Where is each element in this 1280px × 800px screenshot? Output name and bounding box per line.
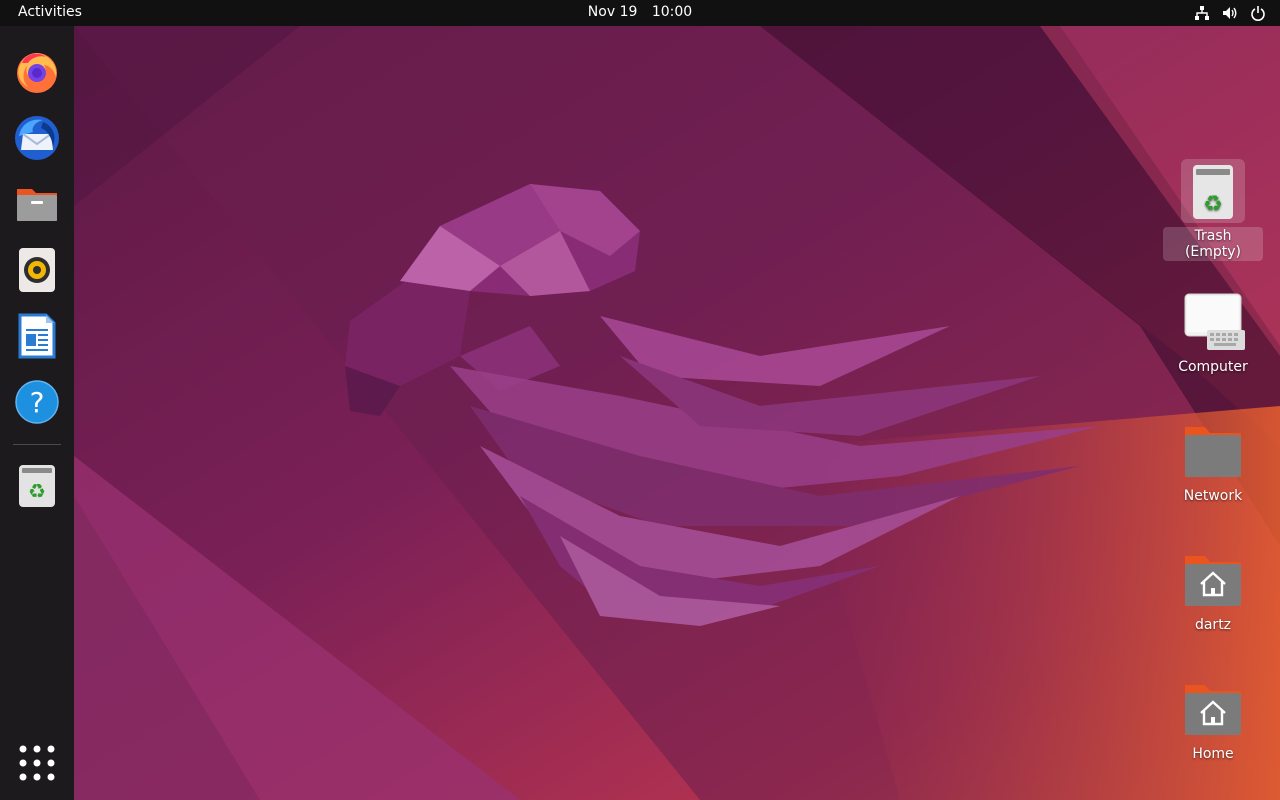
dock-item-files[interactable]: [11, 178, 63, 230]
firefox-icon: [17, 53, 57, 93]
network-folder-icon: [1185, 427, 1241, 477]
svg-text:♻: ♻: [1203, 192, 1223, 217]
dock: ? ♻: [0, 26, 74, 800]
desktop-icon-label: Trash (Empty): [1163, 227, 1263, 261]
desktop-icon-dartz[interactable]: dartz: [1163, 548, 1263, 634]
desktop-network-pic: [1181, 419, 1245, 483]
desktop-icon-computer[interactable]: Computer: [1163, 290, 1263, 376]
dock-item-firefox[interactable]: [11, 46, 63, 98]
volume-icon[interactable]: [1222, 5, 1238, 21]
clock-time: 10:00: [651, 4, 693, 20]
home-folder-icon: [1185, 556, 1241, 606]
system-tray[interactable]: [1194, 5, 1266, 21]
help-icon: ?: [15, 380, 59, 424]
desktop-trash-pic: ♻: [1181, 159, 1245, 223]
desktop-icon-label: Home: [1192, 746, 1234, 762]
dock-item-help[interactable]: ?: [11, 376, 63, 428]
trash-icon: ♻: [1193, 165, 1233, 219]
show-applications-icon[interactable]: [18, 744, 56, 782]
svg-text:♻: ♻: [28, 479, 46, 503]
desktop-icon-trash[interactable]: ♻ Trash (Empty): [1163, 159, 1263, 261]
dock-item-thunderbird[interactable]: [11, 112, 63, 164]
desktop-icon-label: Network: [1183, 488, 1243, 504]
computer-icon: [1184, 293, 1245, 350]
dock-separator: [13, 444, 61, 445]
trash-icon: ♻: [19, 465, 55, 507]
dock-item-libreoffice-writer[interactable]: [11, 310, 63, 362]
home-folder-icon: [1185, 685, 1241, 735]
desktop-home-pic: [1181, 677, 1245, 741]
desktop-icon-label: dartz: [1194, 617, 1232, 633]
dock-item-rhythmbox[interactable]: [11, 244, 63, 296]
desktop-wallpaper: [0, 26, 1280, 800]
svg-text:?: ?: [30, 386, 45, 419]
clock-date: Nov 19: [587, 4, 638, 20]
network-icon[interactable]: [1194, 5, 1210, 21]
clock-button[interactable]: Nov 19 10:00: [0, 4, 1280, 20]
desktop-icon-label: Computer: [1178, 359, 1248, 375]
desktop-dartz-pic: [1181, 548, 1245, 612]
top-bar: Activities Nov 19 10:00: [0, 0, 1280, 26]
power-icon[interactable]: [1250, 5, 1266, 21]
files-icon: [17, 189, 57, 221]
writer-icon: [18, 313, 56, 359]
desktop-computer-pic: [1181, 290, 1245, 354]
thunderbird-icon: [15, 116, 59, 160]
desktop-icon-home[interactable]: Home: [1163, 677, 1263, 763]
desktop-icon-network[interactable]: Network: [1163, 419, 1263, 505]
rhythmbox-icon: [19, 248, 55, 292]
dock-item-trash[interactable]: ♻: [11, 460, 63, 512]
